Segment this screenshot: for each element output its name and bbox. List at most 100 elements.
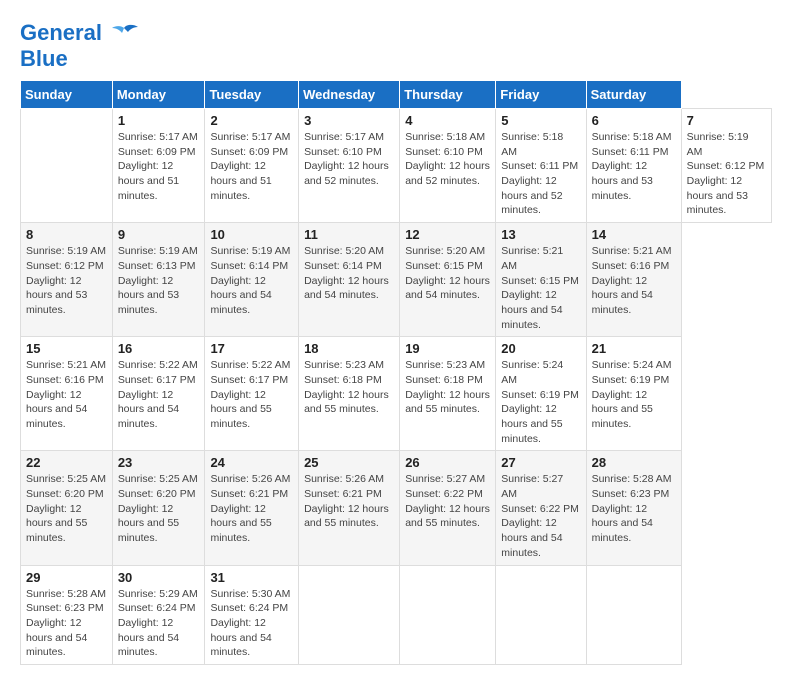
day-info: Sunrise: 5:29 AMSunset: 6:24 PMDaylight:… bbox=[118, 588, 198, 659]
calendar-header-saturday: Saturday bbox=[586, 81, 681, 109]
calendar-cell: 22 Sunrise: 5:25 AMSunset: 6:20 PMDaylig… bbox=[21, 451, 113, 565]
day-info: Sunrise: 5:26 AMSunset: 6:21 PMDaylight:… bbox=[210, 473, 290, 544]
calendar-cell: 21 Sunrise: 5:24 AMSunset: 6:19 PMDaylig… bbox=[586, 337, 681, 451]
calendar-table: SundayMondayTuesdayWednesdayThursdayFrid… bbox=[20, 80, 772, 665]
day-info: Sunrise: 5:21 AMSunset: 6:16 PMDaylight:… bbox=[592, 245, 672, 316]
day-number: 10 bbox=[210, 227, 293, 242]
calendar-cell: 4 Sunrise: 5:18 AMSunset: 6:10 PMDayligh… bbox=[400, 109, 496, 223]
calendar-cell: 3 Sunrise: 5:17 AMSunset: 6:10 PMDayligh… bbox=[299, 109, 400, 223]
day-number: 7 bbox=[687, 113, 766, 128]
calendar-header-friday: Friday bbox=[496, 81, 586, 109]
logo-bird-icon bbox=[110, 24, 138, 44]
logo: General Blue bbox=[20, 20, 138, 72]
calendar-cell: 14 Sunrise: 5:21 AMSunset: 6:16 PMDaylig… bbox=[586, 223, 681, 337]
day-number: 5 bbox=[501, 113, 580, 128]
day-info: Sunrise: 5:19 AMSunset: 6:12 PMDaylight:… bbox=[687, 131, 765, 216]
day-info: Sunrise: 5:22 AMSunset: 6:17 PMDaylight:… bbox=[118, 359, 198, 430]
calendar-week-row: 8 Sunrise: 5:19 AMSunset: 6:12 PMDayligh… bbox=[21, 223, 772, 337]
day-info: Sunrise: 5:30 AMSunset: 6:24 PMDaylight:… bbox=[210, 588, 290, 659]
calendar-cell: 8 Sunrise: 5:19 AMSunset: 6:12 PMDayligh… bbox=[21, 223, 113, 337]
calendar-cell: 16 Sunrise: 5:22 AMSunset: 6:17 PMDaylig… bbox=[112, 337, 205, 451]
calendar-cell: 24 Sunrise: 5:26 AMSunset: 6:21 PMDaylig… bbox=[205, 451, 299, 565]
calendar-cell: 18 Sunrise: 5:23 AMSunset: 6:18 PMDaylig… bbox=[299, 337, 400, 451]
calendar-header-row: SundayMondayTuesdayWednesdayThursdayFrid… bbox=[21, 81, 772, 109]
day-info: Sunrise: 5:18 AMSunset: 6:11 PMDaylight:… bbox=[592, 131, 672, 202]
day-number: 6 bbox=[592, 113, 676, 128]
day-info: Sunrise: 5:28 AMSunset: 6:23 PMDaylight:… bbox=[592, 473, 672, 544]
calendar-week-row: 15 Sunrise: 5:21 AMSunset: 6:16 PMDaylig… bbox=[21, 337, 772, 451]
day-info: Sunrise: 5:20 AMSunset: 6:14 PMDaylight:… bbox=[304, 245, 389, 301]
day-number: 22 bbox=[26, 455, 107, 470]
day-number: 1 bbox=[118, 113, 200, 128]
day-number: 16 bbox=[118, 341, 200, 356]
day-number: 30 bbox=[118, 570, 200, 585]
day-number: 27 bbox=[501, 455, 580, 470]
day-number: 18 bbox=[304, 341, 394, 356]
day-number: 14 bbox=[592, 227, 676, 242]
day-number: 4 bbox=[405, 113, 490, 128]
calendar-week-row: 29 Sunrise: 5:28 AMSunset: 6:23 PMDaylig… bbox=[21, 565, 772, 664]
calendar-cell: 30 Sunrise: 5:29 AMSunset: 6:24 PMDaylig… bbox=[112, 565, 205, 664]
calendar-header-tuesday: Tuesday bbox=[205, 81, 299, 109]
day-info: Sunrise: 5:25 AMSunset: 6:20 PMDaylight:… bbox=[26, 473, 106, 544]
day-info: Sunrise: 5:25 AMSunset: 6:20 PMDaylight:… bbox=[118, 473, 198, 544]
day-info: Sunrise: 5:26 AMSunset: 6:21 PMDaylight:… bbox=[304, 473, 389, 529]
day-info: Sunrise: 5:19 AMSunset: 6:14 PMDaylight:… bbox=[210, 245, 290, 316]
day-number: 17 bbox=[210, 341, 293, 356]
day-info: Sunrise: 5:20 AMSunset: 6:15 PMDaylight:… bbox=[405, 245, 490, 301]
day-info: Sunrise: 5:27 AMSunset: 6:22 PMDaylight:… bbox=[501, 473, 579, 558]
day-number: 3 bbox=[304, 113, 394, 128]
day-number: 8 bbox=[26, 227, 107, 242]
day-number: 31 bbox=[210, 570, 293, 585]
day-info: Sunrise: 5:21 AMSunset: 6:16 PMDaylight:… bbox=[26, 359, 106, 430]
calendar-cell bbox=[496, 565, 586, 664]
calendar-cell: 2 Sunrise: 5:17 AMSunset: 6:09 PMDayligh… bbox=[205, 109, 299, 223]
day-info: Sunrise: 5:18 AMSunset: 6:11 PMDaylight:… bbox=[501, 131, 578, 216]
calendar-cell bbox=[400, 565, 496, 664]
day-info: Sunrise: 5:24 AMSunset: 6:19 PMDaylight:… bbox=[592, 359, 672, 430]
calendar-cell: 23 Sunrise: 5:25 AMSunset: 6:20 PMDaylig… bbox=[112, 451, 205, 565]
calendar-cell bbox=[21, 109, 113, 223]
day-number: 19 bbox=[405, 341, 490, 356]
calendar-cell bbox=[586, 565, 681, 664]
calendar-header-sunday: Sunday bbox=[21, 81, 113, 109]
day-number: 21 bbox=[592, 341, 676, 356]
calendar-cell: 15 Sunrise: 5:21 AMSunset: 6:16 PMDaylig… bbox=[21, 337, 113, 451]
calendar-cell: 20 Sunrise: 5:24 AMSunset: 6:19 PMDaylig… bbox=[496, 337, 586, 451]
calendar-cell: 27 Sunrise: 5:27 AMSunset: 6:22 PMDaylig… bbox=[496, 451, 586, 565]
calendar-cell: 26 Sunrise: 5:27 AMSunset: 6:22 PMDaylig… bbox=[400, 451, 496, 565]
day-info: Sunrise: 5:19 AMSunset: 6:13 PMDaylight:… bbox=[118, 245, 198, 316]
calendar-cell: 5 Sunrise: 5:18 AMSunset: 6:11 PMDayligh… bbox=[496, 109, 586, 223]
day-number: 9 bbox=[118, 227, 200, 242]
calendar-week-row: 22 Sunrise: 5:25 AMSunset: 6:20 PMDaylig… bbox=[21, 451, 772, 565]
calendar-header-wednesday: Wednesday bbox=[299, 81, 400, 109]
logo-blue-text: Blue bbox=[20, 46, 68, 71]
calendar-cell: 1 Sunrise: 5:17 AMSunset: 6:09 PMDayligh… bbox=[112, 109, 205, 223]
day-info: Sunrise: 5:17 AMSunset: 6:10 PMDaylight:… bbox=[304, 131, 389, 187]
logo-text: General bbox=[20, 20, 138, 46]
day-number: 26 bbox=[405, 455, 490, 470]
calendar-cell: 9 Sunrise: 5:19 AMSunset: 6:13 PMDayligh… bbox=[112, 223, 205, 337]
day-info: Sunrise: 5:24 AMSunset: 6:19 PMDaylight:… bbox=[501, 359, 579, 444]
day-info: Sunrise: 5:23 AMSunset: 6:18 PMDaylight:… bbox=[405, 359, 490, 415]
day-info: Sunrise: 5:21 AMSunset: 6:15 PMDaylight:… bbox=[501, 245, 579, 330]
header: General Blue bbox=[20, 20, 772, 72]
day-number: 24 bbox=[210, 455, 293, 470]
day-number: 29 bbox=[26, 570, 107, 585]
day-info: Sunrise: 5:17 AMSunset: 6:09 PMDaylight:… bbox=[210, 131, 290, 202]
day-number: 23 bbox=[118, 455, 200, 470]
calendar-week-row: 1 Sunrise: 5:17 AMSunset: 6:09 PMDayligh… bbox=[21, 109, 772, 223]
day-number: 15 bbox=[26, 341, 107, 356]
day-info: Sunrise: 5:18 AMSunset: 6:10 PMDaylight:… bbox=[405, 131, 490, 187]
day-info: Sunrise: 5:19 AMSunset: 6:12 PMDaylight:… bbox=[26, 245, 106, 316]
calendar-header-monday: Monday bbox=[112, 81, 205, 109]
day-number: 12 bbox=[405, 227, 490, 242]
calendar-cell: 28 Sunrise: 5:28 AMSunset: 6:23 PMDaylig… bbox=[586, 451, 681, 565]
calendar-cell: 25 Sunrise: 5:26 AMSunset: 6:21 PMDaylig… bbox=[299, 451, 400, 565]
calendar-cell: 10 Sunrise: 5:19 AMSunset: 6:14 PMDaylig… bbox=[205, 223, 299, 337]
day-info: Sunrise: 5:23 AMSunset: 6:18 PMDaylight:… bbox=[304, 359, 389, 415]
calendar-cell: 12 Sunrise: 5:20 AMSunset: 6:15 PMDaylig… bbox=[400, 223, 496, 337]
calendar-header-thursday: Thursday bbox=[400, 81, 496, 109]
calendar-cell: 11 Sunrise: 5:20 AMSunset: 6:14 PMDaylig… bbox=[299, 223, 400, 337]
calendar-cell: 19 Sunrise: 5:23 AMSunset: 6:18 PMDaylig… bbox=[400, 337, 496, 451]
